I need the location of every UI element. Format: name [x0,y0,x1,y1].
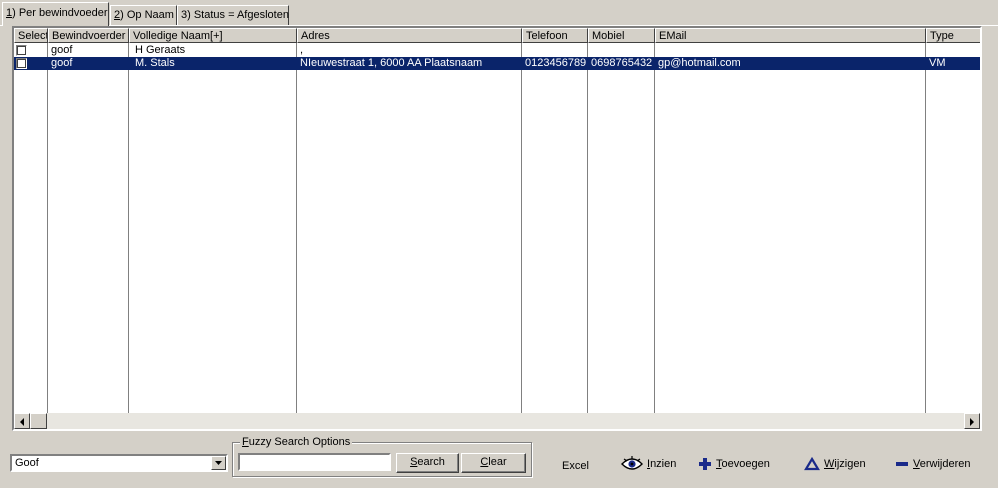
cell-type [926,44,980,57]
toevoegen-label: oevoegen [721,458,770,470]
arrow-left-icon [20,418,24,426]
cell-telefoon [522,44,587,57]
fuzzy-search-legend: Fuzzy Search Options [240,436,353,448]
legend-text: uzzy Search Options [248,436,351,448]
scroll-right-button[interactable] [964,413,980,429]
cell-mobiel: 0698765432 [591,57,653,69]
cell-naam: H Geraats [135,44,186,56]
table-row-selected[interactable]: goof M. Stals NIeuwestraat 1, 6000 AA Pl… [14,57,980,70]
combo-value: Goof [15,457,39,469]
column-header-type[interactable]: Type [926,28,980,43]
plus-icon [699,458,711,470]
verwijderen-label: erwijderen [919,458,971,470]
clear-label: lear [488,456,507,468]
search-label: earch [417,456,445,468]
toevoegen-button[interactable]: Toevoegen [698,455,770,473]
combo-dropdown-button[interactable] [211,456,226,470]
column-divider [587,43,588,413]
row-select-checkbox[interactable] [16,45,27,56]
tab-per-bewindvoeder[interactable]: 1) Per bewindvoeder [2,2,109,26]
cell-type: VM [929,57,946,69]
horizontal-scrollbar[interactable] [14,413,980,429]
grid-header: Select Bewindvoerder Volledige Naam[+] A… [14,28,980,43]
cell-bewindvoerder: goof [51,44,73,56]
column-divider [925,43,926,413]
verwijderen-hotkey: V [913,458,920,470]
arrow-right-icon [970,418,974,426]
cell-adres: NIeuwestraat 1, 6000 AA Plaatsnaam [300,57,483,69]
column-header-mobiel[interactable]: Mobiel [588,28,655,43]
tab-label: ) Op Naam [120,9,174,21]
tab-op-naam[interactable]: 2) Op Naam [110,5,177,25]
row-select-checkbox[interactable] [16,58,27,69]
cell-mobiel [588,44,654,57]
data-grid[interactable]: Select Bewindvoerder Volledige Naam[+] A… [12,26,982,431]
search-button[interactable]: Search [396,453,459,473]
inzien-label: nzien [650,458,677,470]
tab-label: 3) Status = Afgesloten [181,9,289,21]
triangle-icon [804,457,820,471]
chevron-down-icon [215,461,222,465]
column-divider [654,43,655,413]
cell-email: gp@hotmail.com [658,57,741,69]
table-row[interactable]: goof H Geraats , [14,44,980,57]
excel-button[interactable]: Excel [562,457,589,475]
fuzzy-search-input[interactable] [238,453,391,471]
column-header-volledige-naam[interactable]: Volledige Naam[+] [129,28,297,43]
cell-telefoon: 0123456789 [525,57,587,69]
inzien-button[interactable]: Inzien [621,455,676,473]
column-header-bewindvoerder[interactable]: Bewindvoerder [48,28,129,43]
column-header-select[interactable]: Select [14,28,48,43]
eye-icon [621,456,643,470]
column-divider [47,43,48,413]
legend-hotkey: F [242,436,249,448]
wijzigen-button[interactable]: Wijzigen [804,455,866,473]
scroll-thumb[interactable] [30,413,47,429]
excel-label: Excel [562,460,589,472]
cell-adres: , [300,44,304,56]
column-divider [128,43,129,413]
minus-icon [896,462,908,466]
column-divider [296,43,297,413]
bewindvoerder-combo[interactable]: Goof [10,454,228,472]
cell-email [655,44,925,57]
wijzigen-hotkey: W [824,458,835,470]
scroll-left-button[interactable] [14,413,30,429]
tab-strip: 1) Per bewindvoeder 2) Op Naam 3) Status… [0,2,998,26]
tab-status-afgesloten[interactable]: 3) Status = Afgesloten [177,5,289,25]
cell-bewindvoerder: goof [51,57,73,69]
wijzigen-label: ijzigen [834,458,866,470]
tab-label: ) Per bewindvoeder [12,7,108,19]
verwijderen-button[interactable]: Verwijderen [895,455,970,473]
column-divider [521,43,522,413]
clear-button[interactable]: Clear [461,453,526,473]
column-header-adres[interactable]: Adres [297,28,522,43]
cell-naam: M. Stals [135,57,175,69]
column-header-email[interactable]: EMail [655,28,926,43]
column-header-telefoon[interactable]: Telefoon [522,28,588,43]
